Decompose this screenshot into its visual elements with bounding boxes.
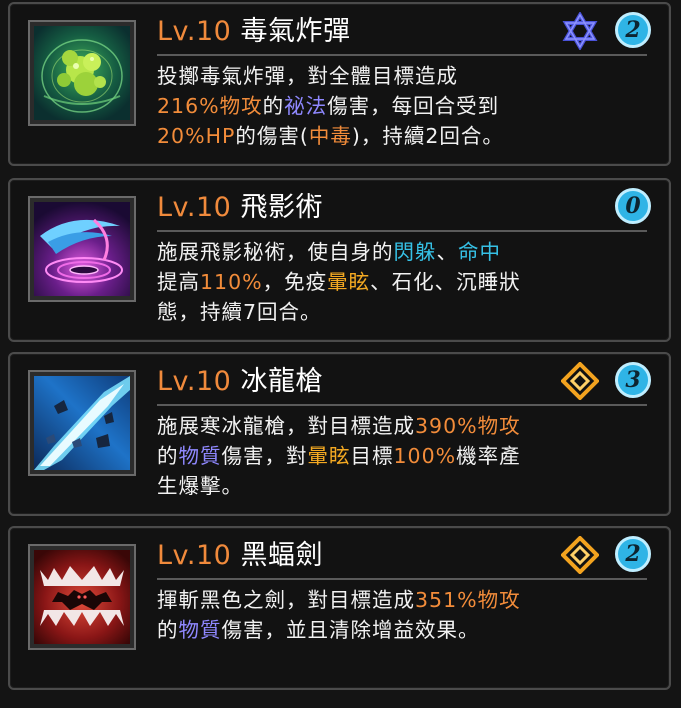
description-segment: 、 [436,240,458,264]
description-line: 的物質傷害，對暈眩目標100%機率產 [157,441,627,471]
description-line: 216%物攻的祕法傷害，每回合受到 [157,91,627,121]
description-segment: )，持續2回合。 [351,124,504,148]
skill-name: 冰龍槍 [240,366,323,397]
description-segment: 的 [157,444,179,468]
skill-title: Lv.10 黑蝠劍 [157,538,323,574]
skill-level: Lv.10 [157,540,232,571]
skill-level: Lv.10 [157,366,232,397]
skill-title: Lv.10 飛影術 [157,190,323,226]
cooldown-badge: 3 [615,362,651,398]
skill-description: 施展飛影秘術，使自身的閃躲、命中 提高110%，免疫暈眩、石化、沉睡狀 態，持續7回… [157,237,627,327]
description-segment: 機率產 [456,444,521,468]
diamond-icon [561,536,599,574]
skill-name: 黑蝠劍 [240,540,323,571]
skill-card-shadow-art[interactable]: Lv.10 飛影術 0 施展飛影秘術，使自身的閃躲、命中 提高110%，免疫暈眩、… [8,178,671,342]
skill-name: 毒氣炸彈 [240,16,351,47]
skill-card-black-bat-sword[interactable]: Lv.10 黑蝠劍 2 揮斬黑色之劍，對目標造成351%物攻 的物質傷害，並且清除… [8,526,671,690]
skill-level: Lv.10 [157,192,232,223]
shadow-vortex-icon [34,202,130,296]
description-segment: 施展飛影秘術，使自身的 [157,240,394,264]
skill-thumbnail [28,20,136,126]
description-segment: 351%物攻 [415,588,521,612]
description-segment: 物質 [178,444,222,468]
cooldown-badge: 0 [615,188,651,224]
description-segment: 390%物攻 [415,414,521,438]
skill-list: Lv.10 毒氣炸彈 2 投擲毒氣炸彈，對全體目標造成 216%物攻的祕法傷害，每… [0,0,681,708]
description-segment: 110% [200,270,263,294]
diamond-icon [561,362,599,400]
description-segment: 暈眩 [307,444,351,468]
skill-card-ice-dragon-spear[interactable]: Lv.10 冰龍槍 3 施展寒冰龍槍，對目標造成390%物攻 的物質傷害，對暈眩目… [8,352,671,516]
description-segment: 的 [157,618,179,642]
description-segment: 的 [262,94,285,118]
description-line: 20%HP的傷害(中毒)，持續2回合。 [157,121,627,151]
divider [157,230,647,232]
description-segment: 揮斬黑色之劍，對目標造成 [157,588,415,612]
description-line: 投擲毒氣炸彈，對全體目標造成 [157,61,627,91]
description-segment: 暈眩 [327,270,371,294]
description-segment: 投擲毒氣炸彈，對全體目標造成 [157,64,458,88]
skill-name: 飛影術 [240,192,323,223]
description-segment: 傷害，對 [221,444,308,468]
description-segment: 傷害，並且清除增益效果。 [221,618,480,642]
hexagram-icon [561,12,599,50]
description-line: 施展飛影秘術，使自身的閃躲、命中 [157,237,627,267]
description-segment: 祕法 [284,94,328,118]
cooldown-badge: 2 [615,12,651,48]
description-segment: ，免疫 [262,270,328,294]
description-segment: 中毒 [308,124,352,148]
divider [157,404,647,406]
description-line: 揮斬黑色之劍，對目標造成351%物攻 [157,585,627,615]
description-segment: 態，持續7回合。 [157,300,322,324]
ice-spear-icon [34,376,130,470]
skill-title: Lv.10 冰龍槍 [157,364,323,400]
skill-description: 施展寒冰龍槍，對目標造成390%物攻 的物質傷害，對暈眩目標100%機率產 生爆擊。 [157,411,627,501]
description-segment: 命中 [458,240,501,264]
divider [157,578,647,580]
description-line: 提高110%，免疫暈眩、石化、沉睡狀 [157,267,627,297]
skill-card-poison-bomb[interactable]: Lv.10 毒氣炸彈 2 投擲毒氣炸彈，對全體目標造成 216%物攻的祕法傷害，每… [8,2,671,166]
description-segment: 傷害，每回合受到 [327,94,500,118]
description-segment: 100% [393,444,457,468]
description-line: 施展寒冰龍槍，對目標造成390%物攻 [157,411,627,441]
description-segment: 、石化、沉睡狀 [370,270,521,294]
description-line: 態，持續7回合。 [157,297,627,327]
skill-thumbnail [28,544,136,650]
description-line: 生爆擊。 [157,471,627,501]
poison-bomb-icon [34,26,130,120]
description-segment: 施展寒冰龍槍，對目標造成 [157,414,415,438]
skill-title: Lv.10 毒氣炸彈 [157,14,350,50]
bat-sword-icon [34,550,130,644]
description-segment: 20%HP [157,124,236,148]
description-segment: 生爆擊。 [157,474,243,498]
description-line: 的物質傷害，並且清除增益效果。 [157,615,627,645]
skill-level: Lv.10 [157,16,232,47]
skill-description: 投擲毒氣炸彈，對全體目標造成 216%物攻的祕法傷害，每回合受到 20%HP的傷害(… [157,61,627,151]
skill-description: 揮斬黑色之劍，對目標造成351%物攻 的物質傷害，並且清除增益效果。 [157,585,627,645]
description-segment: 216%物攻 [157,94,263,118]
description-segment: 目標 [350,444,394,468]
divider [157,54,647,56]
description-segment: 閃躲 [393,240,437,264]
skill-thumbnail [28,370,136,476]
description-segment: 物質 [178,618,222,642]
description-segment: 提高 [157,270,200,294]
description-segment: 的傷害( [235,124,309,148]
skill-thumbnail [28,196,136,302]
cooldown-badge: 2 [615,536,651,572]
